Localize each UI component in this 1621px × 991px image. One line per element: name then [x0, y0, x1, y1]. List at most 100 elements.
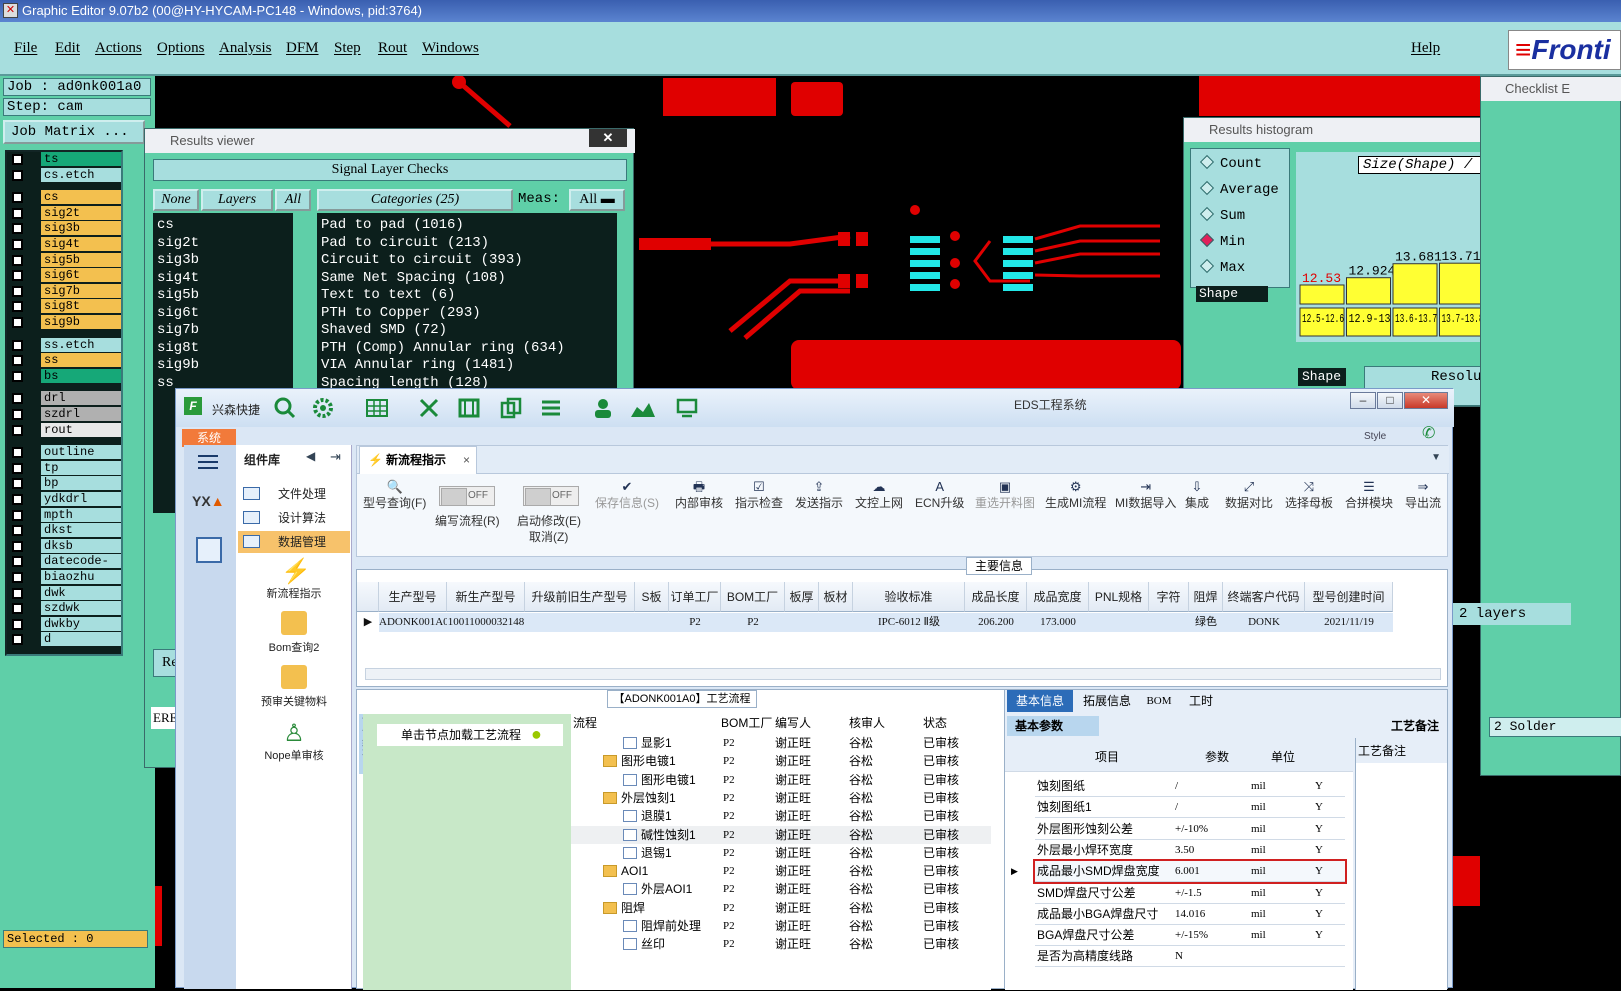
layer-checkbox[interactable]	[12, 285, 23, 297]
yx-icon[interactable]: YX▲	[192, 493, 225, 523]
layer-row[interactable]: outline	[9, 445, 121, 460]
monitor-icon[interactable]	[676, 397, 698, 419]
maximize-button[interactable]: □	[1377, 392, 1403, 409]
results-layer-item[interactable]: sig4t	[157, 270, 199, 286]
ribbon-button[interactable]: 🔍 型号查询(F)	[363, 480, 426, 511]
comp-item-design[interactable]: 设计算法	[238, 507, 350, 529]
tree-row[interactable]: 碱性蚀刻1 P2 谢正旺 谷松 已审核	[571, 825, 991, 844]
menu-analysis[interactable]: Analysis	[219, 40, 272, 57]
layer-row[interactable]: rout	[9, 422, 121, 438]
results-layer-item[interactable]: sig9b	[157, 357, 199, 373]
tree-header[interactable]: 编写人	[775, 714, 811, 731]
grid-cell[interactable]: ADONK001A0	[379, 613, 449, 632]
tab-dropdown-icon[interactable]: ▼	[1431, 452, 1441, 463]
results-layer-item[interactable]: cs	[157, 217, 174, 233]
layer-checkbox[interactable]	[12, 494, 23, 505]
ribbon-button[interactable]: ⇪ 发送指示	[795, 480, 843, 511]
close-icon[interactable]: ✕	[589, 129, 627, 147]
ribbon-button[interactable]: ☰ 合拼模块	[1345, 480, 1393, 511]
layer-checkbox[interactable]	[12, 393, 23, 405]
results-category-item[interactable]: VIA Annular ring (1481)	[321, 357, 514, 373]
grid-header[interactable]: 订单工厂	[669, 582, 721, 612]
ribbon-button[interactable]: ⇥ MI数据导入	[1115, 480, 1176, 511]
job-matrix-button[interactable]: Job Matrix ...	[3, 120, 145, 144]
tree-row[interactable]: 丝印 P2 谢正旺 谷松 已审核	[571, 935, 991, 953]
toggle-modify[interactable]: OFF	[523, 486, 579, 506]
grid-cell[interactable]	[785, 613, 819, 632]
layer-checkbox[interactable]	[12, 556, 23, 568]
layer-list[interactable]: ts cs.etch cs sig2t sig3b sig4t sig5b sig6t sig7…	[5, 150, 123, 656]
params-header[interactable]: 单位	[1271, 742, 1295, 772]
user-icon[interactable]	[592, 397, 614, 419]
tab-close-icon[interactable]: ×	[463, 447, 470, 473]
layer-checkbox[interactable]	[12, 339, 23, 351]
pin-icon[interactable]: ⇥	[330, 449, 341, 465]
tree-row[interactable]: AOI1 P2 谢正旺 谷松 已审核	[571, 862, 991, 880]
results-category-item[interactable]: Circuit to circuit (393)	[321, 252, 523, 268]
results-category-item[interactable]: Pad to circuit (213)	[321, 235, 489, 251]
layer-row[interactable]: sig3b	[9, 221, 121, 236]
results-category-item[interactable]: PTH (Comp) Annular ring (634)	[321, 340, 565, 356]
param-row[interactable]: 蚀刻图纸1 / mil Y	[1035, 797, 1345, 819]
grid-header[interactable]: 升级前旧生产型号	[525, 582, 635, 612]
menu-options[interactable]: Options	[157, 40, 205, 57]
phone-icon[interactable]: ✆	[1422, 423, 1435, 443]
grid-cell[interactable]	[1149, 613, 1189, 632]
search-icon[interactable]	[274, 397, 296, 419]
param-row[interactable]: 外层图形蚀刻公差 +/-10% mil Y	[1035, 819, 1345, 840]
param-row[interactable]: 蚀刻图纸 / mil Y	[1035, 776, 1345, 797]
layer-checkbox[interactable]	[12, 301, 23, 313]
grid-cell[interactable]: P2	[721, 613, 785, 632]
param-row[interactable]: BGA焊盘尺寸公差 +/-15% mil Y	[1035, 925, 1345, 947]
toggle-edit-process[interactable]: OFF	[439, 486, 495, 506]
layer-checkbox[interactable]	[12, 618, 23, 630]
layer-row[interactable]: dwk	[9, 585, 121, 601]
menu-actions[interactable]: Actions	[95, 40, 142, 57]
grid-header[interactable]: PNL规格	[1089, 582, 1149, 612]
prereview-item[interactable]: 预审关键物料	[238, 665, 350, 709]
row-selector-icon[interactable]: ▶	[357, 613, 379, 632]
nope-review-item[interactable]: ♙ Nope单审核	[238, 719, 350, 763]
layer-checkbox[interactable]	[12, 169, 23, 181]
layer-checkbox[interactable]	[12, 192, 23, 204]
main-info-grid[interactable]: ▶ 生产型号 ADONK001A0 新生产型号 10011000032148 升级前旧生产…	[356, 569, 1448, 687]
list-icon[interactable]	[540, 397, 562, 419]
menu-dfm[interactable]: DFM	[286, 40, 319, 57]
grid-cell[interactable]: 206.200	[965, 613, 1027, 632]
layer-row[interactable]: dksb	[9, 538, 121, 554]
ribbon-button[interactable]: 🖶 内部审核	[675, 480, 723, 511]
results-category-item[interactable]: PTH to Copper (293)	[321, 305, 481, 321]
layer-checkbox[interactable]	[12, 447, 23, 459]
film-icon[interactable]	[458, 397, 480, 419]
layer-row[interactable]: szdrl	[9, 407, 121, 422]
grid-header[interactable]: 板材	[819, 582, 853, 612]
layer-checkbox[interactable]	[12, 462, 23, 474]
histogram-bar[interactable]	[1299, 284, 1345, 305]
radio-min[interactable]: Min	[1199, 232, 1245, 250]
bom-query-item[interactable]: Bom查询2	[238, 611, 350, 655]
ribbon-button[interactable]: ⤨ 选择母板	[1285, 480, 1333, 511]
param-row[interactable]: 是否为高精度线路 N	[1035, 946, 1345, 968]
grid-cell[interactable]: DONK	[1223, 613, 1305, 632]
grid-header[interactable]: 阻焊	[1189, 582, 1223, 612]
layer-row[interactable]: mpth	[9, 507, 121, 523]
layer-row[interactable]: bp	[9, 476, 121, 491]
ribbon-button[interactable]: ▣ 重选开料图	[975, 480, 1035, 511]
comp-item-file[interactable]: 文件处理	[238, 483, 350, 505]
layer-row[interactable]: d	[9, 632, 121, 647]
layer-checkbox[interactable]	[12, 223, 23, 235]
menu-help[interactable]: Help	[1411, 40, 1440, 57]
grid-header[interactable]: 板厚	[785, 582, 819, 612]
tab-new-process[interactable]: ⚡ 新流程指示 ×	[359, 446, 477, 474]
layers-button[interactable]: Layers	[201, 189, 273, 211]
horizontal-scrollbar[interactable]	[365, 668, 1441, 680]
grid-icon[interactable]	[366, 397, 388, 419]
results-layer-item[interactable]: sig2t	[157, 235, 199, 251]
tree-row[interactable]: 外层AOI1 P2 谢正旺 谷松 已审核	[571, 880, 991, 898]
chart-icon[interactable]	[630, 397, 655, 419]
layer-checkbox[interactable]	[12, 270, 23, 282]
ribbon-button[interactable]: ⇒ 导出流	[1405, 480, 1441, 511]
params-grid[interactable]: 项目 参数 单位 蚀刻图纸 / mil Y 蚀刻图纸1 / mil Y 外层图形蚀刻公差 +/-10% m…	[1005, 742, 1353, 990]
process-note-area[interactable]: 工艺备注	[1355, 738, 1447, 990]
tree-row[interactable]: 退锡1 P2 谢正旺 谷松 已审核	[571, 844, 991, 862]
